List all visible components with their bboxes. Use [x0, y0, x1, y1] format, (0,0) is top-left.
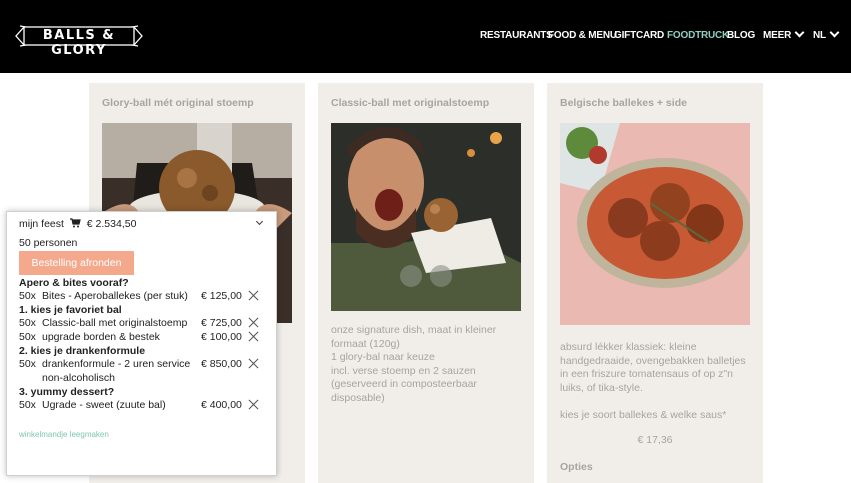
cart-item: 50x Ugrade - sweet (zuute bal) € 400,00 [19, 399, 264, 413]
cart-section-title: 1. kies je favoriet bal [19, 304, 122, 316]
remove-item-icon[interactable] [248, 358, 259, 369]
desc-line: disposable) [331, 391, 385, 404]
cart-section-title: 3. yummy dessert? [19, 386, 115, 398]
item-price: € 725,00 [201, 317, 242, 329]
classic-ball-photo-icon [331, 123, 521, 311]
product-options-label: Opties [560, 461, 593, 473]
item-price: € 100,00 [201, 331, 242, 343]
nav-restaurants[interactable]: RESTAURANTS [480, 30, 553, 44]
desc-line: onze signature dish, maat in kleiner [331, 324, 497, 336]
item-qty: 50x [19, 317, 36, 329]
desc-line: luiks, of tika-style. [560, 381, 643, 394]
top-navigation-bar: BALLS & GLORY RESTAURANTS FOOD & MENU GI… [0, 0, 851, 73]
balls-and-glory-logo[interactable]: BALLS & GLORY [14, 22, 144, 58]
logo-text: BALLS & GLORY [42, 28, 116, 58]
item-name: Ugrade - sweet (zuute bal) [42, 399, 166, 411]
clear-cart-link[interactable]: winkelmandje leegmaken [19, 430, 109, 439]
item-qty: 50x [19, 399, 36, 411]
item-name: Classic-ball met originalstoemp [42, 317, 188, 329]
desc-line: absurd lékker klassiek: kleine [560, 341, 697, 353]
product-card-classic-ball[interactable]: Classic-ball met originalstoemp onze sig… [318, 83, 534, 483]
desc-line: formaat (120g) [331, 337, 400, 350]
desc-spacer [560, 395, 750, 409]
remove-item-icon[interactable] [248, 399, 259, 410]
nav-meer[interactable]: MEER [763, 27, 805, 44]
desc-line: in een friszure tomatensaus of op z"n [560, 368, 733, 381]
item-qty: 50x [19, 290, 36, 302]
product-description: absurd lékker klassiek: kleine handgedra… [560, 341, 750, 423]
cart-section-title: Apero & bites vooraf? [19, 277, 129, 289]
product-title: Classic-ball met originalstoemp [331, 97, 490, 109]
item-name: Bites - Aperoballekes (per stuk) [42, 290, 188, 302]
cart-popup: mijn feest € 2.534,50 50 personen Bestel… [6, 211, 277, 476]
item-price: € 125,00 [201, 290, 242, 302]
item-name: upgrade borden & bestek [42, 331, 160, 343]
nav-giftcard[interactable]: GIFTCARD [614, 30, 664, 44]
item-qty: 50x [19, 331, 36, 343]
cart-header[interactable]: mijn feest € 2.534,50 [19, 217, 136, 230]
desc-line: handgedraaide, ovengebakken balletjes [560, 354, 746, 367]
checkout-button[interactable]: Bestelling afronden [19, 251, 134, 275]
item-price: € 850,00 [201, 358, 242, 370]
shopping-cart-icon [69, 218, 81, 228]
cart-item: 50x Classic-ball met originalstoemp € 72… [19, 317, 264, 331]
product-photo[interactable] [331, 123, 521, 323]
remove-item-icon[interactable] [248, 331, 259, 342]
cart-item: 50x Bites - Aperoballekes (per stuk) € 1… [19, 290, 264, 304]
chevron-down-icon [829, 27, 840, 38]
product-card-belgische-ballekes[interactable]: Belgische ballekes + side absurd lékker … [547, 83, 763, 483]
cart-item: 50x upgrade borden & bestek € 100,00 [19, 331, 264, 345]
desc-line: 1 glory-bal naar keuze [331, 351, 435, 364]
item-name: drankenformule - 2 uren service non-alco… [42, 358, 191, 384]
nav-language[interactable]: NL [813, 27, 840, 44]
desc-line: kies je soort ballekes & welke saus* [560, 408, 727, 421]
nav-language-label: NL [813, 30, 826, 41]
product-title: Belgische ballekes + side [560, 97, 687, 109]
item-price: € 400,00 [201, 399, 242, 411]
remove-item-icon[interactable] [248, 317, 259, 328]
remove-item-icon[interactable] [248, 290, 259, 301]
chevron-down-icon[interactable] [255, 217, 264, 226]
desc-line: (geserveerd in composteerbaar [331, 378, 477, 391]
nav-foodtruck[interactable]: FOODTRUCK [667, 30, 729, 44]
product-title: Glory-ball mét original stoemp [102, 97, 254, 109]
product-photo[interactable] [560, 123, 750, 325]
item-qty: 50x [19, 358, 36, 370]
cart-persons: 50 personen [19, 237, 78, 249]
cart-item: 50x drankenformule - 2 uren service non-… [19, 358, 264, 386]
nav-blog[interactable]: BLOG [727, 30, 755, 44]
cart-section-title: 2. kies je drankenformule [19, 345, 146, 357]
product-description: onze signature dish, maat in kleiner for… [331, 324, 521, 406]
product-price: € 17,36 [637, 434, 673, 446]
cart-total: € 2.534,50 [86, 218, 137, 230]
meatballs-photo-icon [560, 123, 750, 325]
cart-name: mijn feest [19, 218, 64, 230]
nav-meer-label: MEER [763, 30, 792, 41]
chevron-down-icon [794, 27, 805, 38]
nav-food-menu[interactable]: FOOD & MENU [548, 30, 617, 44]
desc-line: incl. verse stoemp en 2 sauzen [331, 364, 476, 377]
